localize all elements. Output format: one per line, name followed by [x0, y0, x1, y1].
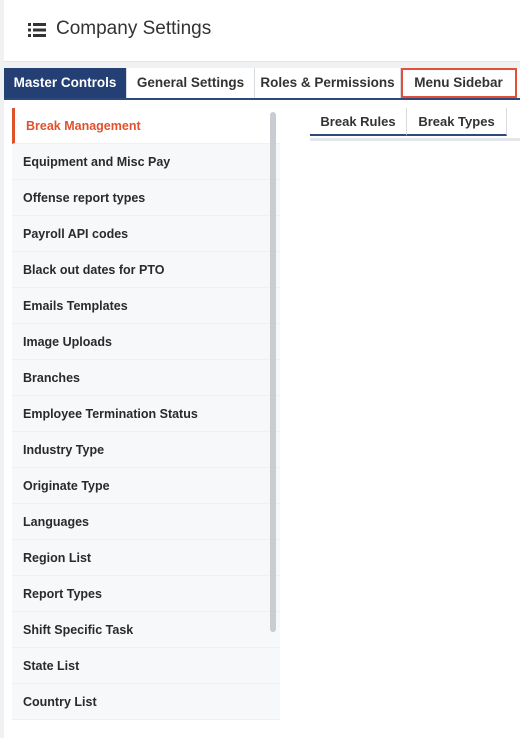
sidebar-item-industry-type[interactable]: Industry Type: [12, 432, 280, 468]
sidebar-scrollbar[interactable]: [270, 112, 276, 632]
sidebar-item-originate-type[interactable]: Originate Type: [12, 468, 280, 504]
tab-roles-permissions[interactable]: Roles & Permissions: [255, 68, 401, 98]
sidebar-item-country-list[interactable]: Country List: [12, 684, 280, 720]
subtab-break-types[interactable]: Break Types: [407, 108, 507, 136]
sidebar-item-break-management[interactable]: Break Management: [12, 108, 280, 144]
subtab-break-rules[interactable]: Break Rules: [310, 108, 407, 136]
page-header: Company Settings: [4, 0, 520, 62]
sidebar-item-report-types[interactable]: Report Types: [12, 576, 280, 612]
sidebar-item-state-list[interactable]: State List: [12, 648, 280, 684]
sidebar-item-image-uploads[interactable]: Image Uploads: [12, 324, 280, 360]
tab-general-settings[interactable]: General Settings: [127, 68, 255, 98]
main-tabs: Master Controls General Settings Roles &…: [4, 68, 520, 100]
sidebar-item-offense-report-types[interactable]: Offense report types: [12, 180, 280, 216]
sidebar-item-branches[interactable]: Branches: [12, 360, 280, 396]
tab-master-controls[interactable]: Master Controls: [4, 68, 127, 98]
list-icon: [28, 23, 46, 37]
settings-sidebar: Break Management Equipment and Misc Pay …: [12, 108, 280, 720]
sidebar-item-equipment-misc-pay[interactable]: Equipment and Misc Pay: [12, 144, 280, 180]
sidebar-item-email-templates[interactable]: Emails Templates: [12, 288, 280, 324]
sidebar-item-blackout-dates-pto[interactable]: Black out dates for PTO: [12, 252, 280, 288]
tab-menu-sidebar[interactable]: Menu Sidebar: [401, 68, 517, 98]
sidebar-item-payroll-api-codes[interactable]: Payroll API codes: [12, 216, 280, 252]
page-title: Company Settings: [56, 18, 212, 39]
break-subtabs: Break Rules Break Types: [310, 108, 520, 141]
settings-panel: Master Controls General Settings Roles &…: [4, 68, 520, 738]
sidebar-item-shift-specific-task[interactable]: Shift Specific Task: [12, 612, 280, 648]
sidebar-item-region-list[interactable]: Region List: [12, 540, 280, 576]
sidebar-item-employee-termination-status[interactable]: Employee Termination Status: [12, 396, 280, 432]
sidebar-item-languages[interactable]: Languages: [12, 504, 280, 540]
